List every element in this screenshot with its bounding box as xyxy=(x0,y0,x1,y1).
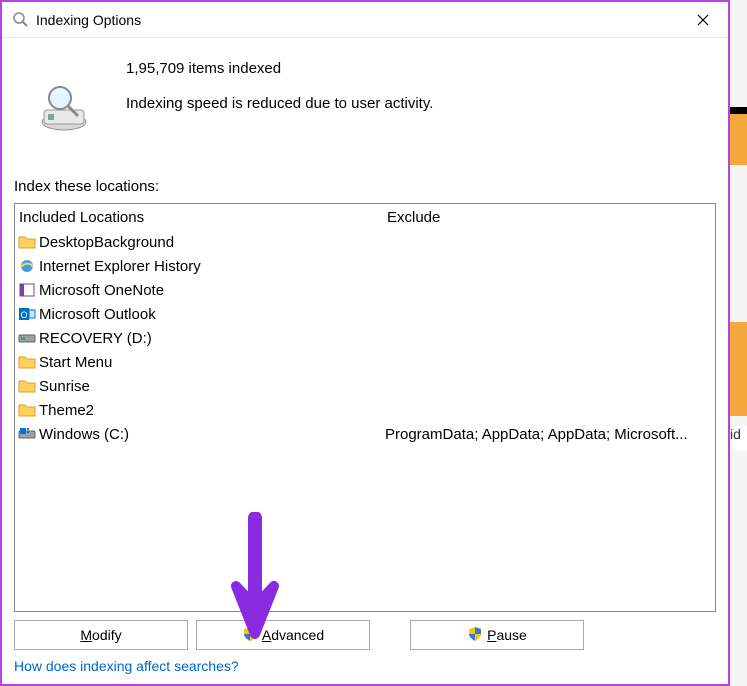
titlebar: Indexing Options xyxy=(2,2,728,38)
background-peek xyxy=(730,107,747,165)
outlook-icon: O xyxy=(17,305,37,323)
list-item[interactable]: DesktopBackground xyxy=(15,230,715,254)
list-item[interactable]: O Microsoft Outlook xyxy=(15,302,715,326)
button-accelerator: P xyxy=(487,627,496,643)
location-name: DesktopBackground xyxy=(39,234,383,251)
folder-icon xyxy=(17,377,37,395)
list-item[interactable]: Internet Explorer History xyxy=(15,254,715,278)
magnifier-icon xyxy=(10,10,30,30)
button-label: dvanced xyxy=(271,627,324,643)
drive-icon xyxy=(17,329,37,347)
included-column-header[interactable]: Included Locations xyxy=(15,209,383,226)
location-name: Microsoft OneNote xyxy=(39,282,383,299)
locations-section-label: Index these locations: xyxy=(14,178,716,195)
close-button[interactable] xyxy=(678,2,728,38)
location-name: Microsoft Outlook xyxy=(39,306,383,323)
button-accelerator: A xyxy=(262,627,271,643)
list-header: Included Locations Exclude xyxy=(15,204,715,230)
locations-list[interactable]: Included Locations Exclude DesktopBackgr… xyxy=(14,203,716,612)
button-row: Modify Advanced xyxy=(14,620,716,658)
window-title: Indexing Options xyxy=(36,12,678,28)
folder-icon xyxy=(17,353,37,371)
exclude-column-header[interactable]: Exclude xyxy=(383,209,715,226)
background-peek xyxy=(730,322,747,416)
location-name: Theme2 xyxy=(39,402,383,419)
svg-text:O: O xyxy=(20,310,27,320)
list-item[interactable]: RECOVERY (D:) xyxy=(15,326,715,350)
button-accelerator: M xyxy=(80,627,92,643)
uac-shield-icon xyxy=(242,626,258,645)
status-block: 1,95,709 items indexed Indexing speed is… xyxy=(14,56,716,136)
location-exclude: ProgramData; AppData; AppData; Microsoft… xyxy=(383,426,715,443)
list-rows: DesktopBackground Internet Explorer Histo… xyxy=(15,230,715,611)
list-item[interactable]: Start Menu xyxy=(15,350,715,374)
pause-button[interactable]: Pause xyxy=(410,620,584,650)
location-name: Start Menu xyxy=(39,354,383,371)
indexing-options-dialog: Indexing Options 1,95,709 items indexed xyxy=(0,0,730,686)
list-item[interactable]: Sunrise xyxy=(15,374,715,398)
list-item[interactable]: Microsoft OneNote xyxy=(15,278,715,302)
items-indexed-count: 1,95,709 items indexed xyxy=(126,60,433,77)
button-label: odify xyxy=(92,627,122,643)
onenote-icon xyxy=(17,281,37,299)
background-peek: id xyxy=(730,426,747,450)
indexing-status-icon xyxy=(34,80,98,136)
folder-icon xyxy=(17,401,37,419)
status-text: 1,95,709 items indexed Indexing speed is… xyxy=(126,56,433,112)
location-name: Internet Explorer History xyxy=(39,258,383,275)
modify-button[interactable]: Modify xyxy=(14,620,188,650)
drive-win-icon xyxy=(17,425,37,443)
help-link[interactable]: How does indexing affect searches? xyxy=(14,658,716,676)
location-name: Windows (C:) xyxy=(39,426,383,443)
list-item[interactable]: Windows (C:)ProgramData; AppData; AppDat… xyxy=(15,422,715,446)
advanced-button[interactable]: Advanced xyxy=(196,620,370,650)
location-name: RECOVERY (D:) xyxy=(39,330,383,347)
uac-shield-icon xyxy=(467,626,483,645)
location-name: Sunrise xyxy=(39,378,383,395)
list-item[interactable]: Theme2 xyxy=(15,398,715,422)
ie-icon xyxy=(17,257,37,275)
indexing-speed-status: Indexing speed is reduced due to user ac… xyxy=(126,95,433,112)
button-label: ause xyxy=(496,627,526,643)
dialog-body: 1,95,709 items indexed Indexing speed is… xyxy=(2,38,728,684)
folder-icon xyxy=(17,233,37,251)
